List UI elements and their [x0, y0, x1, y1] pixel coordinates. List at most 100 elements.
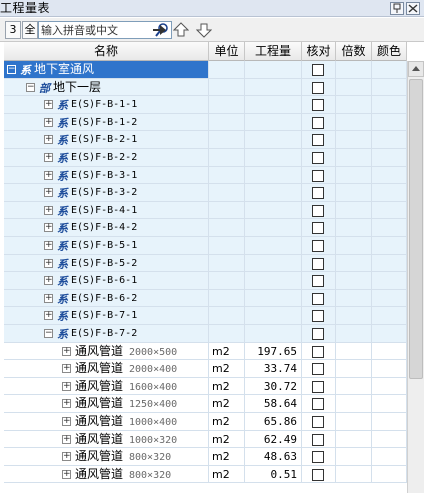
- tree-row-system[interactable]: + 系 E(S)F-B-4-1: [4, 201, 407, 220]
- tree-expand-icon[interactable]: +: [44, 276, 53, 286]
- tree-expand-icon[interactable]: +: [44, 135, 53, 145]
- tree-row-system[interactable]: + 系 E(S)F-B-3-2: [4, 184, 407, 202]
- table-row[interactable]: + 通风管道 2000×400 m2 33.74: [4, 360, 407, 378]
- level-3-button[interactable]: 3: [5, 21, 21, 39]
- tree-expand-icon[interactable]: +: [62, 452, 71, 462]
- tree-expand-icon[interactable]: +: [44, 241, 53, 250]
- tree-row-system[interactable]: + 系 E(S)F-B-6-1: [4, 272, 407, 290]
- tree-expand-icon[interactable]: +: [62, 399, 71, 409]
- color-cell: [372, 377, 407, 395]
- table-row[interactable]: + 通风管道 1000×320 m2 62.49: [4, 430, 407, 449]
- tree-row-system[interactable]: + 系 E(S)F-B-1-2: [4, 113, 407, 132]
- check-checkbox[interactable]: [312, 292, 324, 305]
- quantity-cell: 62.49: [245, 430, 302, 448]
- tree-expand-icon[interactable]: +: [62, 364, 71, 374]
- check-checkbox[interactable]: [312, 416, 324, 428]
- table-row[interactable]: + 通风管道 800×320 m2 0.51: [4, 465, 407, 484]
- check-checkbox[interactable]: [312, 152, 324, 164]
- arrow-up-icon[interactable]: [173, 22, 189, 38]
- tree-row-system[interactable]: + 系 E(S)F-B-6-2: [4, 289, 407, 308]
- tree-expand-icon[interactable]: +: [62, 434, 71, 444]
- tree-expand-icon[interactable]: +: [44, 100, 53, 110]
- check-checkbox[interactable]: [312, 345, 324, 358]
- check-checkbox[interactable]: [312, 363, 324, 376]
- tree-row-system[interactable]: + 系 E(S)F-B-4-2: [4, 219, 407, 237]
- table-row[interactable]: + 通风管道 1600×400 m2 30.72: [4, 377, 407, 396]
- tree-expand-icon[interactable]: +: [44, 293, 53, 303]
- check-checkbox[interactable]: [312, 204, 324, 217]
- check-cell: [302, 96, 336, 114]
- scroll-thumb[interactable]: [409, 79, 423, 379]
- column-header-quantity[interactable]: 工程量: [245, 42, 302, 61]
- tree-row-root[interactable]: − 系地下室通风: [4, 61, 407, 79]
- quantity-cell: [245, 219, 302, 237]
- check-checkbox[interactable]: [312, 433, 324, 446]
- table-row[interactable]: + 通风管道 800×320 m2 48.63: [4, 448, 407, 466]
- tree-expand-icon[interactable]: +: [44, 153, 53, 162]
- tree-expand-icon[interactable]: +: [44, 170, 53, 180]
- tree-row-system[interactable]: + 系 E(S)F-B-1-1: [4, 96, 407, 114]
- column-header-check[interactable]: 核对: [302, 42, 336, 61]
- tree-expand-icon[interactable]: +: [44, 117, 53, 127]
- tree-collapse-icon[interactable]: −: [44, 329, 53, 338]
- unit-cell: [209, 289, 245, 307]
- check-checkbox[interactable]: [312, 134, 324, 147]
- tree-expand-icon[interactable]: +: [44, 188, 53, 198]
- expand-all-button[interactable]: 全: [22, 21, 38, 39]
- tree-row-system[interactable]: + 系 E(S)F-B-2-2: [4, 149, 407, 167]
- tree-collapse-icon[interactable]: −: [7, 65, 16, 74]
- column-header-multiplier[interactable]: 倍数: [336, 42, 372, 61]
- arrow-down-icon[interactable]: [196, 22, 212, 38]
- check-checkbox[interactable]: [312, 64, 324, 76]
- table-row[interactable]: + 通风管道 1000×400 m2 65.86: [4, 413, 407, 431]
- tree-row-system[interactable]: + 系 E(S)F-B-5-2: [4, 254, 407, 273]
- check-checkbox[interactable]: [312, 328, 324, 340]
- check-cell: [302, 413, 336, 430]
- tree-row-floor[interactable]: − 部地下一层: [4, 78, 407, 97]
- close-button[interactable]: [406, 2, 420, 15]
- node-label: E(S)F-B-3-1: [71, 169, 138, 181]
- arrow-right-icon[interactable]: [151, 22, 167, 38]
- check-checkbox[interactable]: [312, 169, 324, 182]
- check-checkbox[interactable]: [312, 240, 324, 252]
- check-checkbox[interactable]: [312, 380, 324, 393]
- tree-row-system[interactable]: + 系 E(S)F-B-3-1: [4, 166, 407, 185]
- scroll-up-button[interactable]: [408, 61, 424, 77]
- column-header-name[interactable]: 名称: [4, 42, 209, 61]
- table-row[interactable]: + 通风管道 1250×400 m2 58.64: [4, 395, 407, 413]
- name-cell: + 通风管道 800×320: [4, 448, 209, 466]
- check-checkbox[interactable]: [312, 81, 324, 94]
- tree-expand-icon[interactable]: +: [62, 346, 71, 356]
- tree-expand-icon[interactable]: +: [44, 311, 53, 321]
- search-input[interactable]: [41, 23, 153, 37]
- tree-collapse-icon[interactable]: −: [26, 82, 35, 92]
- tree-expand-icon[interactable]: +: [44, 258, 53, 268]
- check-checkbox[interactable]: [312, 99, 324, 112]
- check-checkbox[interactable]: [312, 257, 324, 270]
- tree-expand-icon[interactable]: +: [62, 417, 71, 426]
- tree-expand-icon[interactable]: +: [62, 469, 71, 479]
- vertical-scrollbar[interactable]: [407, 61, 424, 493]
- tree-expand-icon[interactable]: +: [44, 205, 53, 215]
- tree-row-system[interactable]: + 系 E(S)F-B-5-1: [4, 237, 407, 255]
- table-row[interactable]: + 通风管道 2000×500 m2 197.65: [4, 342, 407, 361]
- pin-button[interactable]: [390, 2, 404, 15]
- system-icon: 系: [57, 222, 68, 236]
- tree-row-system[interactable]: + 系 E(S)F-B-2-1: [4, 131, 407, 149]
- check-checkbox[interactable]: [312, 222, 324, 235]
- name-cell: + 通风管道 800×320: [4, 465, 209, 483]
- tree-row-system[interactable]: − 系 E(S)F-B-7-2: [4, 325, 407, 343]
- tree-expand-icon[interactable]: +: [62, 381, 71, 391]
- check-checkbox[interactable]: [312, 398, 324, 411]
- check-checkbox[interactable]: [312, 187, 324, 200]
- tree-row-system[interactable]: + 系 E(S)F-B-7-1: [4, 307, 407, 325]
- color-cell: [372, 395, 407, 413]
- check-checkbox[interactable]: [312, 310, 324, 323]
- check-checkbox[interactable]: [312, 116, 324, 129]
- check-checkbox[interactable]: [312, 451, 324, 464]
- check-checkbox[interactable]: [312, 275, 324, 288]
- column-header-unit[interactable]: 单位: [209, 42, 245, 61]
- tree-expand-icon[interactable]: +: [44, 223, 53, 233]
- check-checkbox[interactable]: [312, 468, 324, 481]
- column-header-color[interactable]: 颜色: [372, 42, 407, 61]
